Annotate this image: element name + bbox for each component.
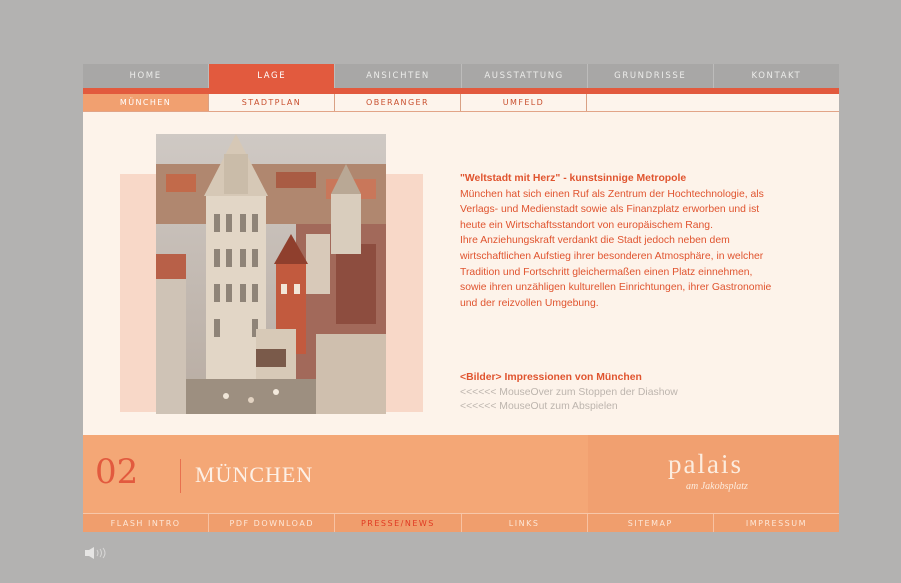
article-line: sowie ihren unzähligen kulturellen Einri…: [460, 282, 772, 294]
article-line: Ihre Anziehungskraft verdankt die Stadt …: [460, 235, 730, 247]
article-line: wirtschaftlichen Aufstieg ihrer besonder…: [460, 250, 764, 262]
article-line: München hat sich einen Ruf als Zentrum d…: [460, 188, 764, 200]
nav-lage[interactable]: LAGE: [209, 64, 336, 88]
nav-ansichten[interactable]: ANSICHTEN: [335, 64, 462, 88]
speaker-icon-graphic: [85, 547, 106, 559]
article-line: und der reizvollen Umgebung.: [460, 297, 599, 309]
main-navigation: HOME LAGE ANSICHTEN AUSSTATTUNG GRUNDRIS…: [83, 64, 839, 88]
speaker-icon[interactable]: [85, 546, 111, 564]
section-banner: 02 MÜNCHEN palais am Jakobsplatz: [83, 435, 839, 513]
article-line: Verlags- und Medienstadt sowie als Finan…: [460, 204, 760, 216]
content-area: "Weltstadt mit Herz" - kunstsinnige Metr…: [83, 112, 839, 435]
subnav-umfeld[interactable]: UMFELD: [461, 94, 587, 111]
article-text: "Weltstadt mit Herz" - kunstsinnige Metr…: [460, 171, 810, 311]
section-title: MÜNCHEN: [195, 462, 314, 487]
gallery-hint-stop: <<<<<< MouseOver zum Stoppen der Diashow: [460, 386, 678, 398]
footer-impressum[interactable]: IMPRESSUM: [714, 514, 839, 532]
subnav-spacer: [587, 94, 839, 111]
gallery-info: <Bilder> Impressionen von München <<<<<<…: [460, 371, 810, 415]
subnav-oberanger[interactable]: OBERANGER: [335, 94, 461, 111]
gallery-headline[interactable]: <Bilder> Impressionen von München: [460, 371, 810, 386]
article-line: Tradition und Fortschritt gleichermaßen …: [460, 266, 753, 278]
sub-navigation: MÜNCHEN STADTPLAN OBERANGER UMFELD: [83, 94, 839, 112]
palais-logo-subtitle: am Jakobsplatz: [686, 481, 748, 492]
subnav-stadtplan[interactable]: STADTPLAN: [209, 94, 335, 111]
article-line: heute ein Wirtschaftsstandort von europä…: [460, 219, 713, 231]
nav-kontakt[interactable]: KONTAKT: [714, 64, 839, 88]
banner-divider: [180, 459, 181, 493]
nav-home[interactable]: HOME: [83, 64, 210, 88]
footer-presse-news[interactable]: PRESSE/NEWS: [335, 514, 462, 532]
article-headline: "Weltstadt mit Herz" - kunstsinnige Metr…: [460, 173, 687, 184]
palais-logo[interactable]: palais: [668, 449, 743, 480]
footer-links[interactable]: LINKS: [462, 514, 588, 532]
nav-ausstattung[interactable]: AUSSTATTUNG: [462, 64, 588, 88]
munich-townhall-photo[interactable]: [156, 134, 386, 414]
subnav-muenchen[interactable]: MÜNCHEN: [83, 94, 209, 111]
footer-navigation: FLASH INTRO PDF DOWNLOAD PRESSE/NEWS LIN…: [83, 513, 839, 532]
footer-sitemap[interactable]: SITEMAP: [588, 514, 714, 532]
section-number: 02: [95, 452, 139, 492]
nav-grundrisse[interactable]: GRUNDRISSE: [588, 64, 714, 88]
footer-pdf-download[interactable]: PDF DOWNLOAD: [209, 514, 336, 532]
footer-flash-intro[interactable]: FLASH INTRO: [83, 514, 210, 532]
photo-illustration: [156, 134, 386, 414]
gallery-hint-play: <<<<<< MouseOut zum Abspielen: [460, 401, 618, 413]
